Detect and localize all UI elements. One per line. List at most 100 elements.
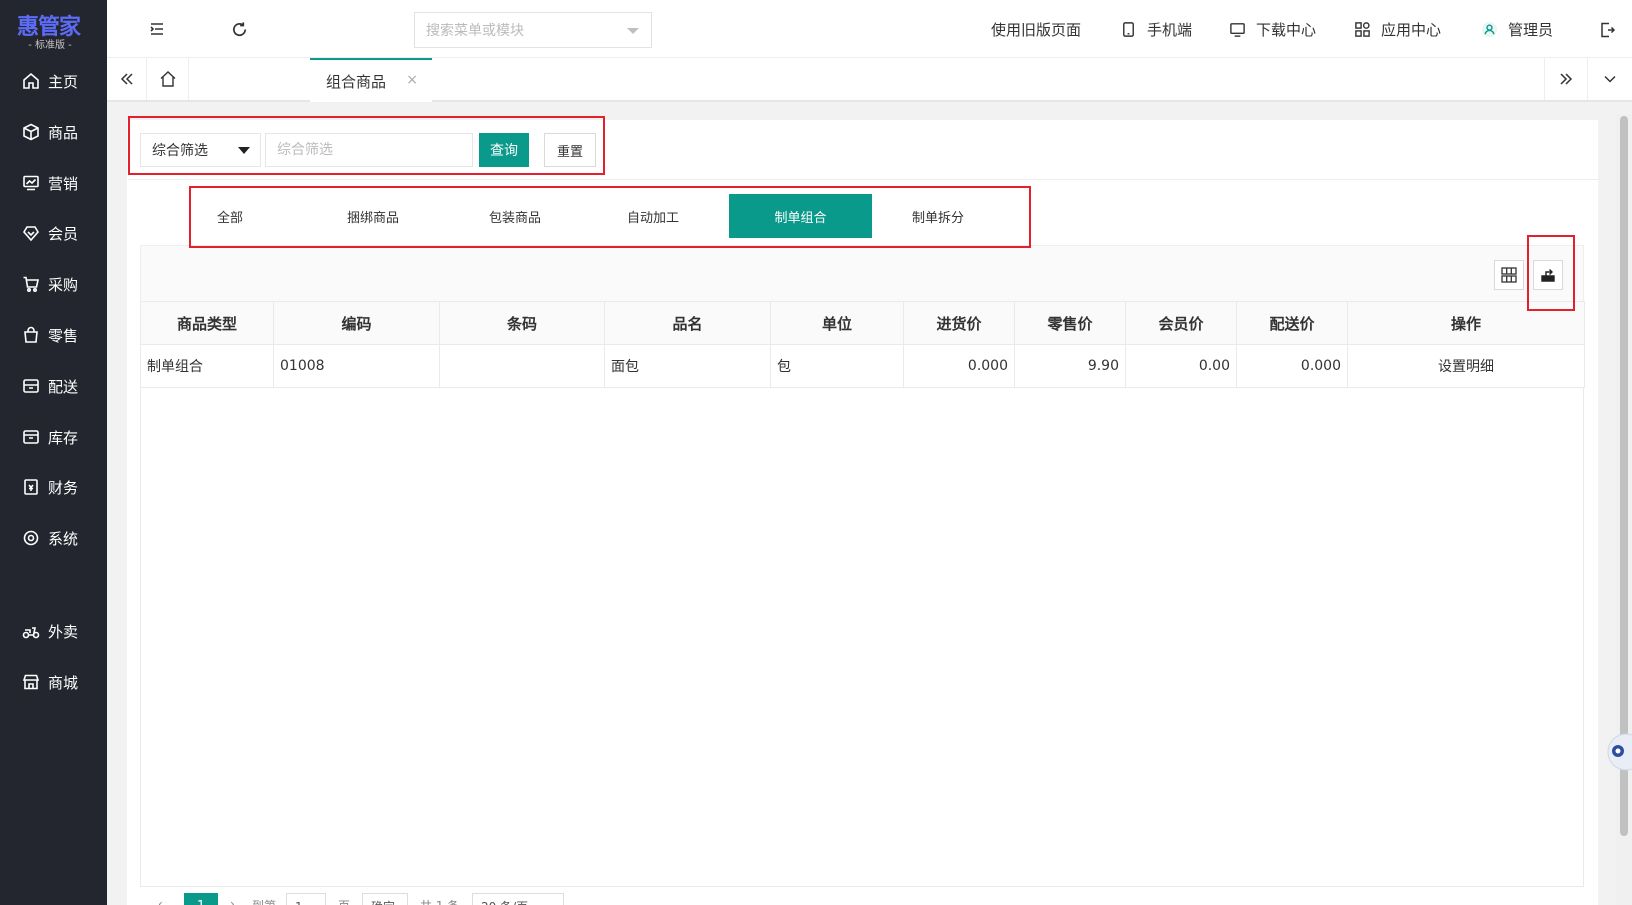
- user-name: 管理员: [1508, 20, 1554, 39]
- column-header[interactable]: 品名: [604, 301, 771, 345]
- column-header[interactable]: 编码: [273, 301, 440, 345]
- sidebar-item-goods[interactable]: 商品: [0, 112, 107, 152]
- sidebar-item-label: 财务: [48, 478, 79, 497]
- sidebar-item-label: 外卖: [48, 622, 79, 641]
- mobile-link[interactable]: 手机端: [1120, 18, 1192, 40]
- type-tab-bundle[interactable]: 捆绑商品: [330, 194, 416, 238]
- prev-page-icon[interactable]: ‹: [158, 897, 163, 905]
- sidebar-item-purchase[interactable]: 采购: [0, 264, 107, 304]
- menu-toggle-icon[interactable]: [145, 17, 169, 41]
- filter-type-value: 综合筛选: [152, 143, 208, 159]
- goto-confirm-button[interactable]: 确定: [362, 893, 408, 905]
- next-page-icon[interactable]: ›: [230, 897, 235, 905]
- top-bar: 搜索菜单或模块 使用旧版页面 手机端 下载中心 应用中心 管理员: [107, 0, 1632, 58]
- page-scrollbar[interactable]: [1616, 114, 1632, 905]
- tabs-scroll-left-icon[interactable]: [107, 58, 147, 100]
- download-center-link[interactable]: 下载中心: [1229, 18, 1316, 40]
- cell-purchase-price: 0.000: [903, 344, 1015, 388]
- cell-member-price: 0.00: [1125, 344, 1237, 388]
- close-icon[interactable]: ×: [406, 72, 418, 88]
- sidebar-item-takeout[interactable]: 外卖: [0, 611, 107, 651]
- app-center-link[interactable]: 应用中心: [1354, 18, 1441, 40]
- table-row[interactable]: 制单组合 01008 面包 包 0.000 9.90 0.00 0.000 设置…: [140, 344, 1585, 388]
- logo[interactable]: 惠管家 - 标准版 -: [0, 0, 107, 56]
- cube-icon: [22, 123, 40, 141]
- page-size-select[interactable]: 20 条/页: [472, 893, 564, 905]
- box-icon: [22, 428, 40, 446]
- edition-label: - 标准版 -: [28, 40, 72, 51]
- table-header-row: 商品类型 编码 条码 品名 单位 进货价 零售价 会员价 配送价 操作: [140, 301, 1585, 345]
- user-menu[interactable]: 管理员: [1481, 18, 1553, 40]
- cell-name-link[interactable]: 面包: [604, 344, 771, 388]
- page-unit-label: 页: [338, 897, 350, 905]
- caret-down-icon: [238, 147, 250, 154]
- column-header[interactable]: 条码: [439, 301, 605, 345]
- sidebar-item-finance[interactable]: 财务: [0, 467, 107, 507]
- cell-unit: 包: [770, 344, 904, 388]
- table-toolbar: [140, 245, 1584, 301]
- type-tab-order-split[interactable]: 制单拆分: [895, 194, 981, 238]
- type-tab-all[interactable]: 全部: [194, 194, 266, 238]
- phone-icon: [1123, 21, 1134, 37]
- sidebar-item-member[interactable]: 会员: [0, 213, 107, 253]
- tabs-scroll-right-icon[interactable]: [1544, 58, 1588, 100]
- goto-page-input[interactable]: 1: [286, 893, 326, 905]
- set-detail-link[interactable]: 设置明细: [1347, 344, 1585, 388]
- sidebar-item-label: 库存: [48, 428, 79, 447]
- goods-table: 商品类型 编码 条码 品名 单位 进货价 零售价 会员价 配送价 操作 制单组合…: [140, 301, 1585, 388]
- home-tab-icon[interactable]: [147, 58, 189, 100]
- sidebar-item-retail[interactable]: 零售: [0, 315, 107, 355]
- column-header[interactable]: 零售价: [1014, 301, 1126, 345]
- columns-filter-button[interactable]: [1494, 260, 1524, 290]
- finance-icon: [22, 478, 40, 496]
- download-label: 下载中心: [1256, 20, 1317, 39]
- tabs-menu-chevron-down-icon[interactable]: [1588, 58, 1632, 100]
- sidebar-item-marketing[interactable]: 营销: [0, 163, 107, 203]
- mobile-label: 手机端: [1147, 20, 1193, 39]
- sidebar-item-system[interactable]: 系统: [0, 518, 107, 558]
- cell-retail-price: 9.90: [1014, 344, 1126, 388]
- type-tab-order-combo[interactable]: 制单组合: [729, 194, 872, 238]
- type-tab-auto-process[interactable]: 自动加工: [610, 194, 696, 238]
- logout-icon[interactable]: [1596, 19, 1618, 41]
- cell-barcode: [439, 344, 605, 388]
- sidebar-item-mall[interactable]: 商城: [0, 662, 107, 702]
- user-avatar-icon: [1481, 21, 1498, 37]
- apps-grid-icon: [1355, 21, 1370, 37]
- diamond-icon: [22, 224, 40, 242]
- sidebar-item-home[interactable]: 主页: [0, 61, 107, 101]
- sidebar-item-delivery[interactable]: 配送: [0, 366, 107, 406]
- home-icon: [22, 72, 40, 90]
- current-page-button[interactable]: 1: [184, 893, 218, 905]
- old-version-label: 使用旧版页面: [991, 20, 1082, 39]
- column-header[interactable]: 会员价: [1125, 301, 1237, 345]
- columns-grid-icon: [1501, 267, 1517, 283]
- sidebar-item-label: 采购: [48, 275, 79, 294]
- column-header[interactable]: 操作: [1347, 301, 1585, 345]
- tab-combo-goods[interactable]: 组合商品 ×: [310, 58, 432, 102]
- column-header[interactable]: 商品类型: [140, 301, 274, 345]
- column-header[interactable]: 配送价: [1236, 301, 1348, 345]
- filter-input[interactable]: [265, 133, 473, 167]
- type-tab-package[interactable]: 包装商品: [472, 194, 558, 238]
- refresh-icon[interactable]: [227, 17, 251, 41]
- cart-icon: [22, 275, 40, 293]
- cell-code: 01008: [273, 344, 440, 388]
- tab-bar: 组合商品 ×: [107, 58, 1632, 102]
- sidebar-item-label: 营销: [48, 174, 79, 193]
- sidebar-item-inventory[interactable]: 库存: [0, 417, 107, 457]
- query-button[interactable]: 查询: [479, 133, 529, 167]
- column-header[interactable]: 单位: [770, 301, 904, 345]
- sidebar-item-label: 会员: [48, 224, 79, 243]
- assistant-robot-icon[interactable]: [1604, 726, 1632, 778]
- table-body-empty-area: [140, 387, 1584, 887]
- filter-type-select[interactable]: 综合筛选: [140, 133, 261, 167]
- reset-button[interactable]: 重置: [544, 133, 596, 167]
- chart-board-icon: [22, 174, 40, 192]
- menu-search-select[interactable]: 搜索菜单或模块: [414, 12, 652, 48]
- export-button[interactable]: [1533, 260, 1563, 290]
- monitor-icon: [1230, 22, 1245, 37]
- column-header[interactable]: 进货价: [903, 301, 1015, 345]
- sidebar-item-label: 零售: [48, 326, 79, 345]
- old-version-link[interactable]: 使用旧版页面: [991, 18, 1081, 40]
